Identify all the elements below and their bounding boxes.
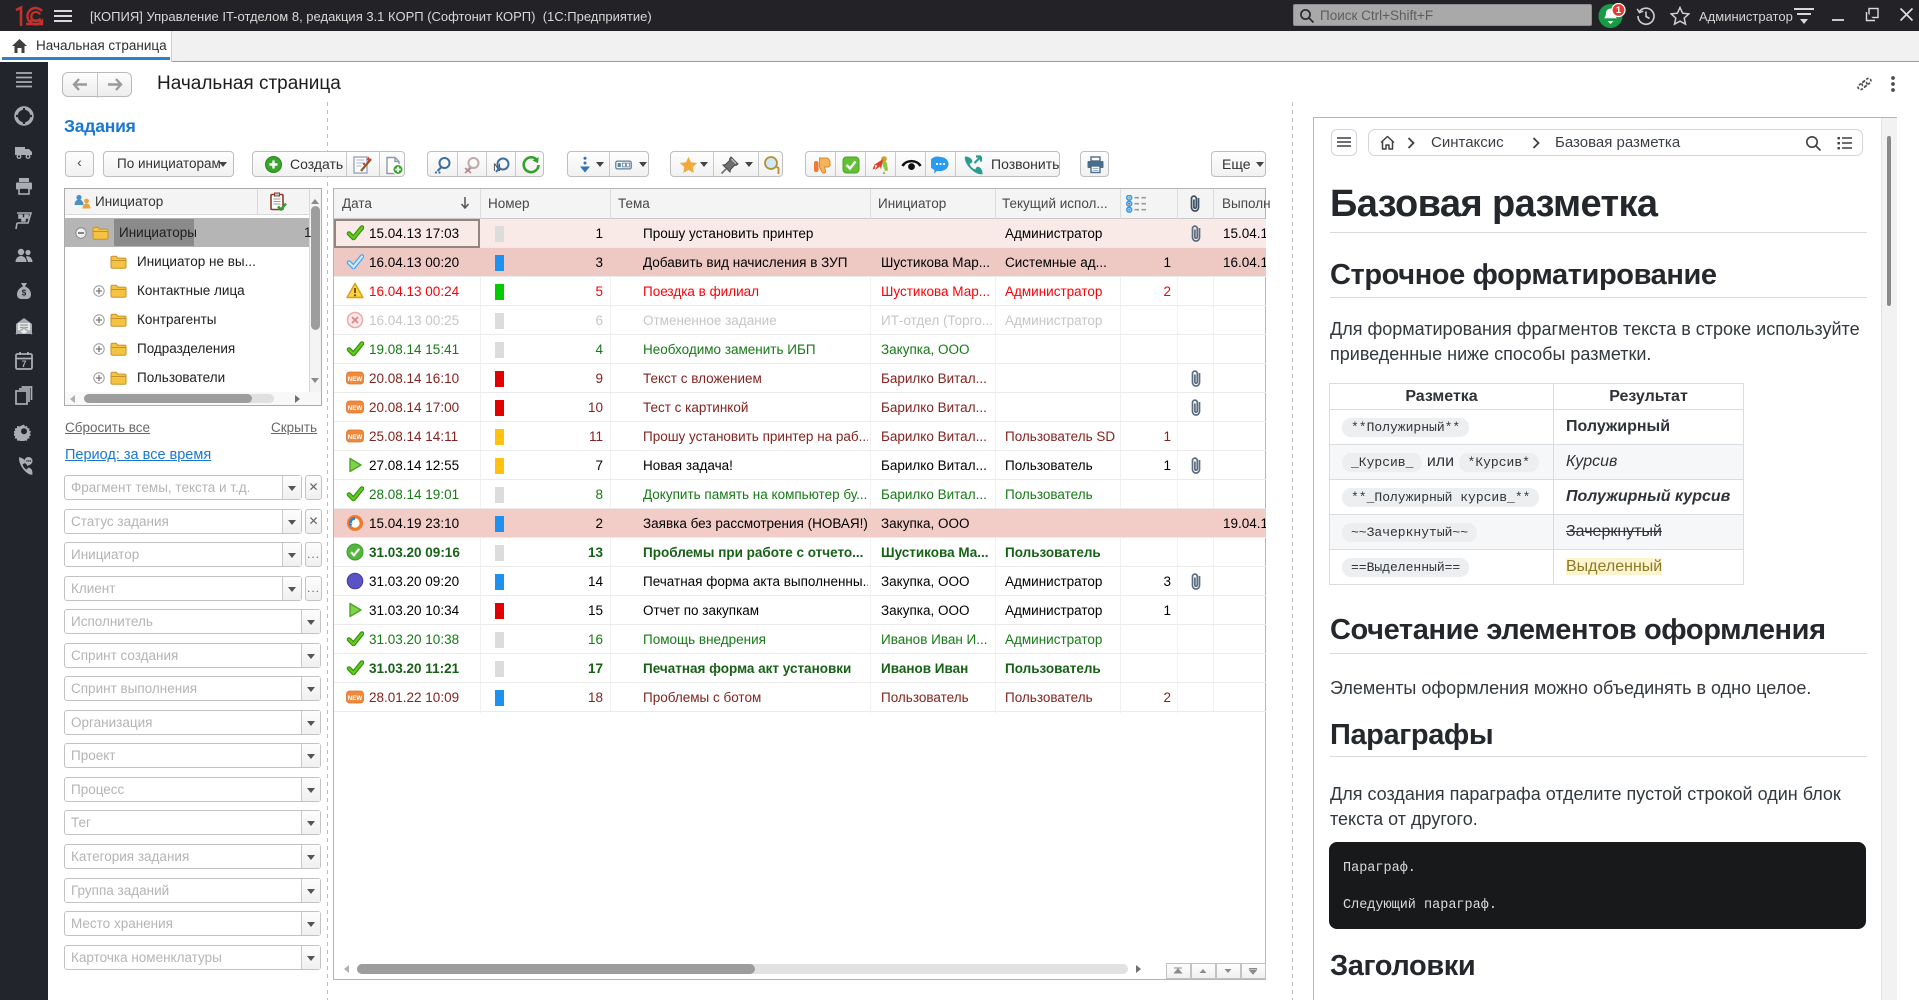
- svg-text:$: $: [22, 289, 27, 298]
- svg-text:NEW: NEW: [348, 695, 363, 702]
- svg-text:NEW: NEW: [348, 434, 363, 441]
- svg-text:NEW: NEW: [348, 376, 363, 383]
- svg-text:7: 7: [21, 359, 26, 369]
- svg-text:NEW: NEW: [348, 405, 363, 412]
- svg-text:1: 1: [1616, 5, 1622, 16]
